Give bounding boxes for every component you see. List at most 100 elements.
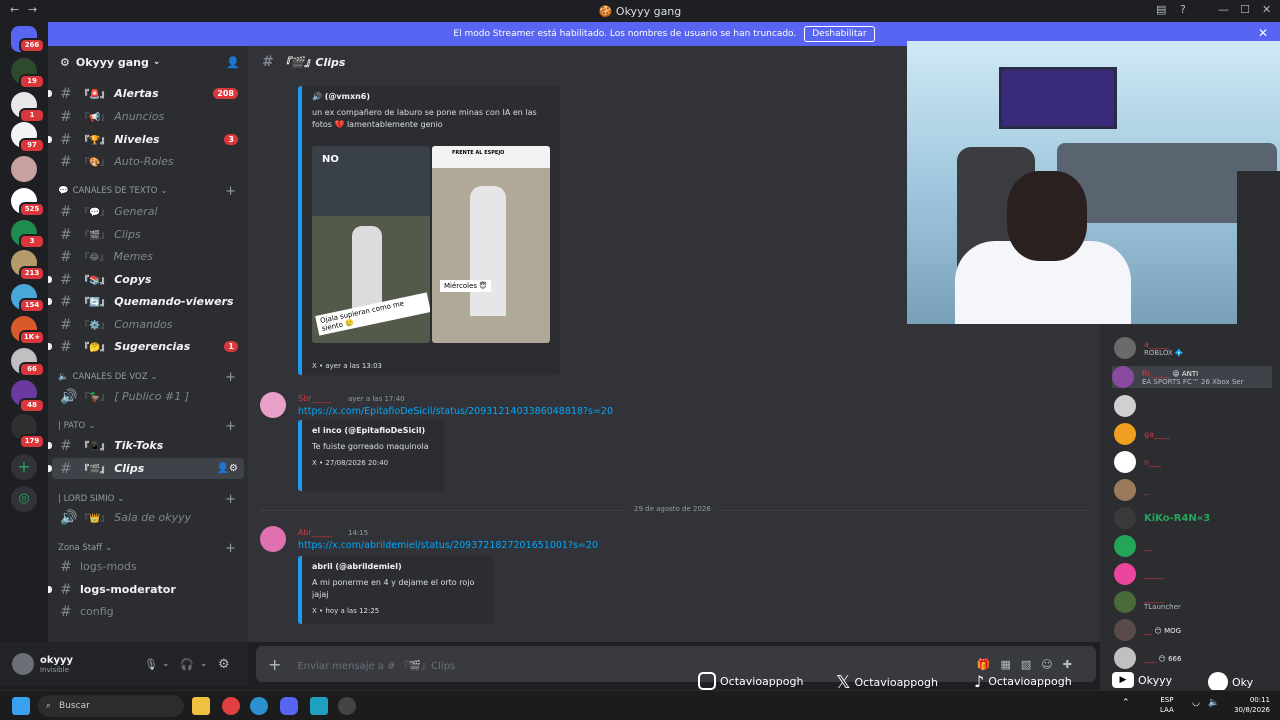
gear-icon[interactable]: ⚙	[218, 657, 230, 672]
image-header: FRENTE AL ESPEJO	[452, 150, 505, 156]
server-badge: 266	[19, 38, 45, 53]
voice-channel-sala[interactable]: 🔊 『👑』 Sala de okyyy	[52, 507, 244, 528]
channel-tik-toks[interactable]: # 『📱』 Tik-Toks	[48, 435, 244, 456]
channel-copys[interactable]: # 『📚』 Copys	[48, 269, 244, 290]
channel-name: Clips	[114, 228, 141, 241]
avatar[interactable]	[260, 526, 286, 552]
message-link[interactable]: https://x.com/EpitafioDeSicil/status/209…	[298, 406, 613, 417]
embed-author[interactable]: el inco (@EpitafioDeSicil)	[312, 426, 434, 435]
category-pato[interactable]: | PATO ⌄ +	[58, 419, 244, 434]
add-channel-icon[interactable]: +	[225, 184, 236, 199]
discord-icon[interactable]	[280, 697, 298, 715]
add-channel-icon[interactable]: +	[225, 492, 236, 507]
channel-sidebar: ⚙ Okyyy gang ⌄ 👤 # 『🚨』 Alertas 208 # 『📢』 Anun…	[48, 46, 248, 642]
channel-name: Anuncios	[114, 110, 165, 123]
server-header[interactable]: ⚙ Okyyy gang ⌄ 👤	[48, 46, 248, 78]
avatar[interactable]	[260, 392, 286, 418]
chevron-down-icon[interactable]: ⌄	[162, 659, 170, 669]
category-zona-staff[interactable]: Zona Staff ⌄ +	[58, 541, 244, 556]
chevron-up-icon[interactable]: ⌃	[1122, 698, 1130, 708]
member-item[interactable]: n___	[1114, 451, 1161, 473]
close-window-icon[interactable]: ✕	[1262, 3, 1271, 16]
channel-settings-icon[interactable]: 👤⚙	[217, 463, 238, 474]
invite-icon[interactable]: 👤	[226, 56, 240, 69]
member-item[interactable]: Ri_____ 😝 ANTI EA SPORTS FC™ 26 Xbox Ser	[1112, 366, 1272, 388]
add-channel-icon[interactable]: +	[225, 541, 236, 556]
inbox-icon[interactable]: ▤	[1156, 3, 1166, 16]
disable-streamer-button[interactable]: Deshabilitar	[804, 26, 875, 42]
username: okyyy	[40, 654, 74, 666]
message-input[interactable]: Enviar mensaje a # 『🎬』Clips	[297, 657, 455, 672]
channel-general[interactable]: # 『💬』 General	[52, 201, 244, 222]
attach-plus-icon[interactable]: +	[268, 655, 281, 674]
avatar[interactable]	[12, 653, 34, 675]
maximize-icon[interactable]: ☐	[1240, 3, 1250, 16]
member-item[interactable]: ga____	[1114, 423, 1170, 445]
close-banner-icon[interactable]: ✕	[1258, 26, 1268, 40]
member-item[interactable]: __ 😶 MOG	[1114, 619, 1181, 641]
embed-footer: X • ayer a las 13:03	[312, 362, 383, 370]
member-item[interactable]: ___ 😶 666	[1114, 647, 1181, 669]
social-tiktok: ♪ Octavioappogh	[974, 672, 1072, 691]
minimize-icon[interactable]: —	[1218, 3, 1229, 16]
microphone-icon[interactable]: 🎙	[144, 658, 158, 671]
member-item[interactable]: _____	[1114, 563, 1164, 585]
server-icon[interactable]	[11, 156, 37, 182]
member-item[interactable]: a_____ ROBLOX 💠	[1114, 337, 1184, 359]
date-divider: 29 de agosto de 2026	[626, 505, 719, 513]
embed-image[interactable]: FRENTE AL ESPEJO Miércoles 😇	[432, 146, 550, 343]
member-item[interactable]: _	[1114, 479, 1148, 501]
channel-auto-roles[interactable]: # 『🎨』 Auto-Roles	[52, 151, 244, 172]
network-icon[interactable]: ◡	[1192, 698, 1200, 708]
member-item[interactable]	[1114, 395, 1144, 417]
app-icon[interactable]	[310, 697, 328, 715]
channel-sugerencias[interactable]: # 『🤔』 Sugerencias 1	[48, 336, 244, 357]
channel-clips[interactable]: # 『🎬』 Clips	[52, 224, 244, 245]
clock[interactable]: 00:11 30/8/2026	[1230, 695, 1270, 715]
category-lord-simio[interactable]: | LORD SIMIO ⌄ +	[58, 492, 244, 507]
channel-niveles[interactable]: # 『🏆』 Niveles 3	[48, 129, 244, 150]
channel-name: Tik-Toks	[114, 439, 164, 452]
message-link[interactable]: https://x.com/abrildemiel/status/2093721…	[298, 540, 598, 551]
add-channel-icon[interactable]: +	[225, 370, 236, 385]
chrome-icon[interactable]	[222, 697, 240, 715]
channel-comandos[interactable]: # 『⚙️』 Comandos	[52, 314, 244, 335]
server-badge: 1	[19, 108, 45, 123]
embed-image[interactable]: NO Ojala supieran como me siento 🥲	[312, 146, 430, 343]
channel-logs-moderator[interactable]: # logs-moderator	[48, 579, 244, 600]
volume-icon[interactable]: 🔈	[1208, 698, 1219, 708]
member-item[interactable]: _____ TLauncher	[1114, 591, 1181, 613]
message-author[interactable]: Abr_____	[298, 528, 332, 537]
chevron-down-icon[interactable]: ⌄	[200, 659, 208, 669]
file-explorer-icon[interactable]	[192, 697, 210, 715]
search-box[interactable]: ⌕ Buscar	[38, 695, 184, 717]
explore-icon[interactable]: ◎	[11, 486, 37, 512]
windows-start-icon[interactable]	[12, 697, 30, 715]
headphones-icon[interactable]: 🎧	[180, 658, 194, 671]
member-item[interactable]: __	[1114, 535, 1152, 557]
social-instagram: Octavioappogh	[698, 672, 803, 690]
channel-logs-mods[interactable]: # logs-mods	[52, 556, 244, 577]
edge-icon[interactable]	[250, 697, 268, 715]
category-text-channels[interactable]: 💬 CANALES DE TEXTO ⌄ +	[58, 184, 244, 199]
channel-anuncios[interactable]: # 『📢』 Anuncios	[52, 106, 244, 127]
voice-channel-publico[interactable]: 🔊 『🦆』 [ Publico #1 ]	[52, 386, 244, 407]
embed-author[interactable]: abril (@abrildemiel)	[312, 562, 484, 571]
language-indicator[interactable]: ESP LAA	[1160, 695, 1174, 715]
channel-memes[interactable]: # 『😂』 Memes	[52, 246, 244, 267]
embed-author[interactable]: 🔊 (@vmxn6)	[312, 92, 550, 101]
add-channel-icon[interactable]: +	[225, 419, 236, 434]
channel-clips-active[interactable]: # 『🎬』 Clips 👤⚙	[48, 458, 244, 479]
message-author[interactable]: Sbr_____	[298, 394, 331, 403]
channel-name: General	[114, 205, 158, 218]
member-item[interactable]: KiKo-R4N«3	[1114, 507, 1210, 529]
unread-pip	[48, 298, 52, 305]
channel-alertas[interactable]: # 『🚨』 Alertas 208	[48, 83, 244, 104]
channel-quemando-viewers[interactable]: # 『🔄』 Quemando-viewers	[48, 291, 244, 312]
server-badge: 525	[19, 202, 45, 217]
channel-config[interactable]: # config	[52, 601, 244, 622]
category-voice-channels[interactable]: 🔈 CANALES DE VOZ ⌄ +	[58, 370, 244, 385]
help-icon[interactable]: ?	[1180, 3, 1186, 16]
add-server-icon[interactable]: +	[11, 454, 37, 480]
obs-icon[interactable]	[338, 697, 356, 715]
